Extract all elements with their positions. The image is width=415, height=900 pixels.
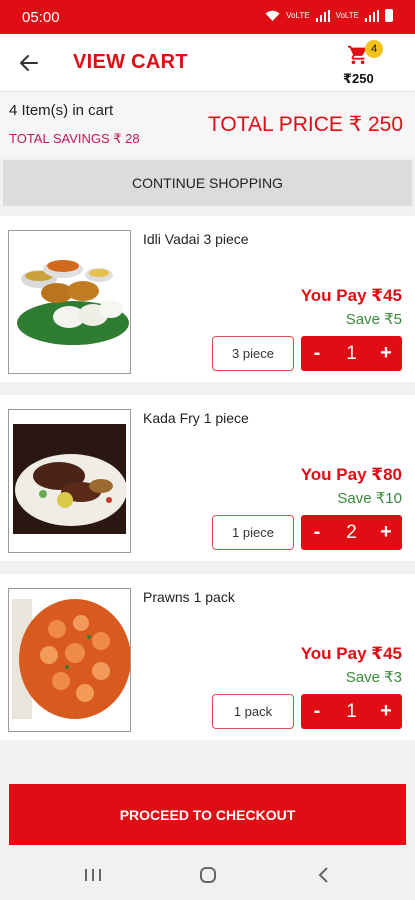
decrease-quantity-button[interactable]: - bbox=[301, 336, 333, 371]
proceed-to-checkout-button[interactable]: PROCEED TO CHECKOUT bbox=[9, 784, 406, 845]
quantity-stepper: - 1 + bbox=[301, 694, 402, 729]
system-nav-bar bbox=[0, 851, 415, 900]
item-image-idli-vadai bbox=[8, 230, 131, 374]
unit-select-button[interactable]: 3 piece bbox=[212, 336, 294, 371]
nav-back-button[interactable] bbox=[311, 863, 337, 887]
home-icon bbox=[200, 867, 216, 883]
app-bar: VIEW CART 4 ₹250 bbox=[0, 34, 415, 91]
status-bar: 05:00 VoLTE VoLTE bbox=[0, 0, 415, 34]
back-arrow-icon bbox=[20, 55, 38, 71]
total-savings: TOTAL SAVINGS ₹ 28 bbox=[9, 131, 140, 146]
network-label: VoLTE bbox=[286, 11, 310, 20]
item-name: Kada Fry 1 piece bbox=[143, 410, 249, 426]
increase-quantity-button[interactable]: + bbox=[370, 515, 402, 550]
quantity-value: 1 bbox=[346, 701, 357, 722]
nav-back-icon bbox=[318, 867, 328, 883]
item-name: Idli Vadai 3 piece bbox=[143, 231, 249, 247]
home-button[interactable] bbox=[195, 863, 221, 887]
back-button[interactable] bbox=[14, 48, 44, 78]
cart-total: ₹250 bbox=[343, 71, 374, 86]
signal-icon bbox=[315, 9, 330, 22]
cart-button[interactable]: 4 ₹250 bbox=[343, 40, 387, 88]
cart-count-badge: 4 bbox=[365, 40, 383, 58]
battery-icon bbox=[385, 9, 393, 22]
item-count: 4 Item(s) in cart bbox=[9, 102, 114, 119]
item-save: Save ₹5 bbox=[345, 311, 402, 328]
total-price: TOTAL PRICE ₹ 250 bbox=[207, 113, 403, 136]
page-title: VIEW CART bbox=[73, 51, 188, 73]
cart-summary: 4 Item(s) in cart TOTAL SAVINGS ₹ 28 TOT… bbox=[0, 91, 415, 157]
item-name: Prawns 1 pack bbox=[143, 589, 235, 605]
item-save: Save ₹3 bbox=[345, 669, 402, 686]
item-save: Save ₹10 bbox=[337, 490, 402, 507]
signal-icon-2 bbox=[365, 9, 379, 22]
unit-select-button[interactable]: 1 pack bbox=[212, 694, 294, 729]
decrease-quantity-button[interactable]: - bbox=[301, 515, 333, 550]
decrease-quantity-button[interactable]: - bbox=[301, 694, 333, 729]
increase-quantity-button[interactable]: + bbox=[370, 694, 402, 729]
recent-apps-icon bbox=[85, 869, 101, 881]
item-you-pay: You Pay ₹45 bbox=[300, 644, 402, 663]
increase-quantity-button[interactable]: + bbox=[370, 336, 402, 371]
quantity-stepper: - 2 + bbox=[301, 515, 402, 550]
wifi-icon bbox=[265, 10, 280, 21]
quantity-value: 1 bbox=[346, 343, 357, 364]
item-image-prawns bbox=[8, 588, 131, 732]
quantity-stepper: - 1 + bbox=[301, 336, 402, 371]
status-icons: VoLTE VoLTE bbox=[265, 9, 393, 22]
network-label-2: VoLTE bbox=[335, 11, 359, 20]
item-image-kada-fry bbox=[8, 409, 131, 553]
item-you-pay: You Pay ₹80 bbox=[300, 465, 402, 484]
cart-item: Kada Fry 1 piece You Pay ₹80 Save ₹10 1 … bbox=[0, 395, 415, 561]
item-you-pay: You Pay ₹45 bbox=[300, 286, 402, 305]
quantity-value: 2 bbox=[346, 522, 357, 543]
status-time: 05:00 bbox=[22, 9, 60, 26]
cart-item: Prawns 1 pack You Pay ₹45 Save ₹3 1 pack… bbox=[0, 574, 415, 740]
continue-shopping-button[interactable]: CONTINUE SHOPPING bbox=[3, 160, 412, 206]
recent-apps-button[interactable] bbox=[80, 863, 106, 887]
unit-select-button[interactable]: 1 piece bbox=[212, 515, 294, 550]
cart-item: Idli Vadai 3 piece You Pay ₹45 Save ₹5 3… bbox=[0, 216, 415, 382]
